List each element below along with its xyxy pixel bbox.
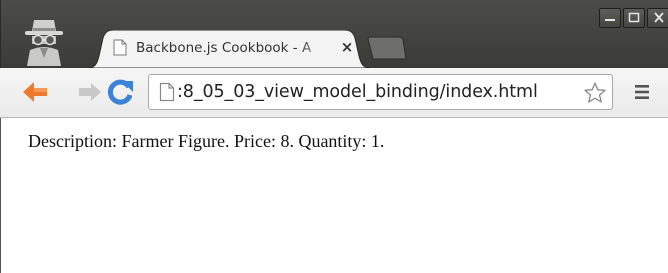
url-text[interactable]: :8_05_03_view_model_binding/index.html: [177, 75, 538, 109]
hamburger-menu-icon[interactable]: [632, 82, 652, 102]
page-icon: [113, 39, 127, 56]
back-arrow-icon[interactable]: [22, 80, 48, 104]
star-icon[interactable]: [583, 81, 607, 105]
tab-title: Backbone.js Cookbook - A: [136, 40, 312, 56]
new-tab-button[interactable]: [367, 36, 407, 60]
browser-toolbar: :8_05_03_view_model_binding/index.html: [0, 68, 668, 118]
incognito-icon: [25, 20, 63, 66]
browser-tab[interactable]: Backbone.js Cookbook - A ×: [87, 30, 371, 68]
browser-window: Backbone.js Cookbook - A ×:8_05_03_view…: [0, 0, 668, 273]
maximize-button[interactable]: [623, 8, 645, 28]
product-description: Description: Farmer Figure. Price: 8. Qu…: [28, 131, 385, 151]
window-close-button[interactable]: [647, 8, 668, 28]
title-bar: Backbone.js Cookbook - A ×: [0, 0, 668, 68]
maximize-icon: [628, 12, 640, 23]
forward-arrow-icon[interactable]: [78, 80, 102, 104]
address-bar[interactable]: :8_05_03_view_model_binding/index.html: [148, 74, 613, 110]
page-content: Description: Farmer Figure. Price: 8. Qu…: [0, 118, 668, 273]
page-icon: [159, 82, 175, 102]
tab-close-button[interactable]: ×: [340, 38, 354, 56]
close-icon: [654, 12, 664, 23]
minimize-button[interactable]: [599, 8, 621, 28]
reload-icon[interactable]: [107, 78, 135, 106]
minimize-icon: [605, 19, 615, 21]
